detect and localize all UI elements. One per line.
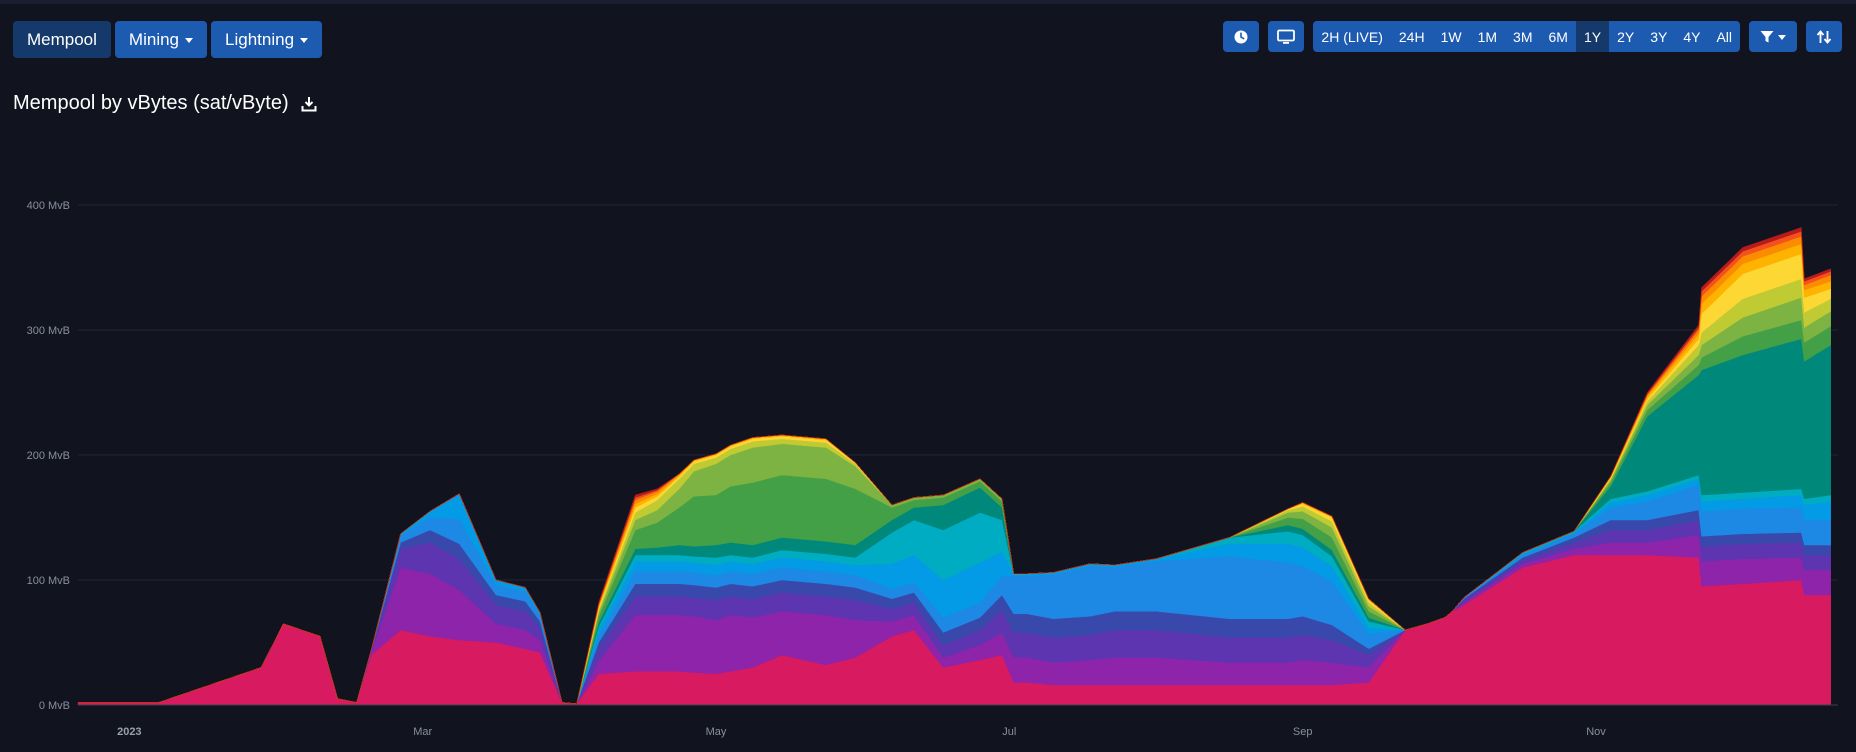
mempool-chart: 0 MvB 100 MvB 200 MvB 300 MvB 400 MvB 2023 Mar… [27, 200, 1838, 738]
y-tick-label: 200 MvB [27, 450, 70, 462]
x-tick-label: May [706, 726, 727, 738]
y-tick-label: 300 MvB [27, 325, 70, 337]
x-tick-label: Jul [1002, 726, 1016, 738]
y-tick-label: 400 MvB [27, 200, 70, 212]
y-tick-label: 100 MvB [27, 575, 70, 587]
y-tick-label: 0 MvB [39, 700, 70, 712]
x-tick-label: Nov [1586, 726, 1606, 738]
x-tick-label: 2023 [117, 726, 141, 738]
x-tick-label: Mar [413, 726, 432, 738]
x-tick-label: Sep [1293, 726, 1313, 738]
